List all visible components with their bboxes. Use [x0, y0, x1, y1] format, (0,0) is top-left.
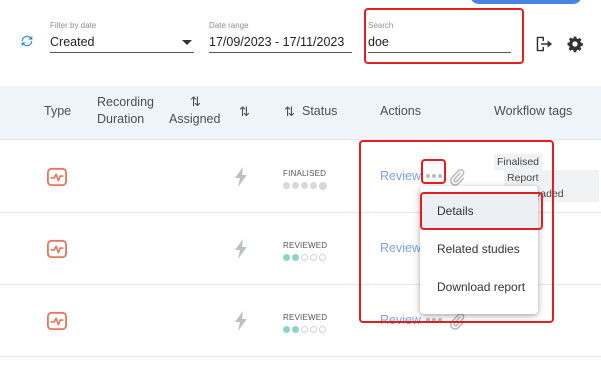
- progress-dot: [301, 254, 308, 261]
- paperclip-icon[interactable]: [449, 312, 465, 330]
- more-options-icon[interactable]: [425, 171, 443, 181]
- progress-dot: [292, 326, 299, 333]
- sort-icon[interactable]: ⇅: [284, 103, 295, 120]
- app-root: Filter by date Created Date range 17/09/…: [0, 0, 601, 368]
- progress-dot: [283, 326, 290, 333]
- column-header-status[interactable]: Status: [302, 103, 337, 120]
- review-link[interactable]: Review: [380, 313, 421, 327]
- field-underline: [209, 52, 352, 53]
- progress-dot: [319, 182, 327, 190]
- workflow-tag: Finalised: [494, 154, 543, 170]
- review-link[interactable]: Review: [380, 169, 421, 183]
- field-underline: [50, 52, 194, 53]
- sort-icon[interactable]: ⇅: [239, 103, 250, 120]
- lightning-icon: [235, 167, 247, 187]
- status-label: REVIEWED: [283, 313, 328, 322]
- progress-dot: [283, 254, 290, 261]
- menu-item-download-report[interactable]: Download report: [420, 269, 538, 305]
- status-label: REVIEWED: [283, 241, 328, 250]
- filter-toolbar: Filter by date Created Date range 17/09/…: [0, 0, 601, 86]
- date-range-field[interactable]: Date range 17/09/2023 - 17/11/2023: [209, 21, 352, 53]
- menu-item-details[interactable]: Details: [420, 193, 538, 229]
- row-actions-menu: Details Related studies Download report: [420, 186, 538, 314]
- field-underline: [368, 52, 511, 53]
- more-options-icon[interactable]: [425, 315, 443, 325]
- column-header-type[interactable]: Type: [44, 103, 71, 120]
- filter-by-date-select[interactable]: Filter by date Created: [50, 21, 194, 53]
- progress-dot: [292, 182, 299, 189]
- column-header-workflow-tags: Workflow tags: [494, 104, 573, 118]
- waveform-icon: [47, 239, 67, 259]
- waveform-icon: [47, 167, 67, 187]
- review-link[interactable]: Review: [380, 241, 421, 255]
- column-header-actions: Actions: [380, 104, 421, 118]
- paperclip-icon[interactable]: [449, 168, 465, 186]
- search-label: Search: [368, 21, 394, 30]
- lightning-icon: [235, 239, 247, 259]
- search-input[interactable]: Search doe: [368, 21, 511, 53]
- progress-dot: [292, 254, 299, 261]
- filter-by-date-label: Filter by date: [50, 21, 97, 30]
- progress-dot: [319, 326, 326, 333]
- progress-dot: [301, 326, 308, 333]
- column-header-recording-duration[interactable]: Recording Duration: [97, 94, 154, 128]
- progress-dot: [310, 254, 317, 261]
- sort-icon[interactable]: ⇅: [190, 93, 201, 110]
- date-range-value: 17/09/2023 - 17/11/2023: [209, 35, 345, 49]
- gear-icon[interactable]: [566, 35, 584, 53]
- search-value: doe: [368, 35, 389, 49]
- date-range-label: Date range: [209, 21, 249, 30]
- progress-dot: [319, 254, 326, 261]
- progress-dot: [310, 182, 317, 189]
- progress-dot: [310, 326, 317, 333]
- menu-item-related-studies[interactable]: Related studies: [420, 231, 538, 267]
- lightning-icon: [235, 311, 247, 331]
- progress-dot: [301, 182, 308, 189]
- status-progress: [283, 254, 326, 263]
- table-header: Type Recording Duration ⇅ Assigned ⇅ ⇅ S…: [0, 86, 601, 140]
- column-header-assigned[interactable]: Assigned: [169, 111, 220, 128]
- filter-by-date-value: Created: [50, 35, 95, 49]
- refresh-icon[interactable]: [19, 33, 35, 49]
- chevron-down-icon: [182, 40, 192, 45]
- waveform-icon: [47, 311, 67, 331]
- progress-dot: [283, 182, 290, 189]
- status-progress: [283, 182, 327, 191]
- status-label: FINALISED: [283, 169, 327, 178]
- status-progress: [283, 326, 326, 335]
- export-icon[interactable]: [535, 36, 553, 52]
